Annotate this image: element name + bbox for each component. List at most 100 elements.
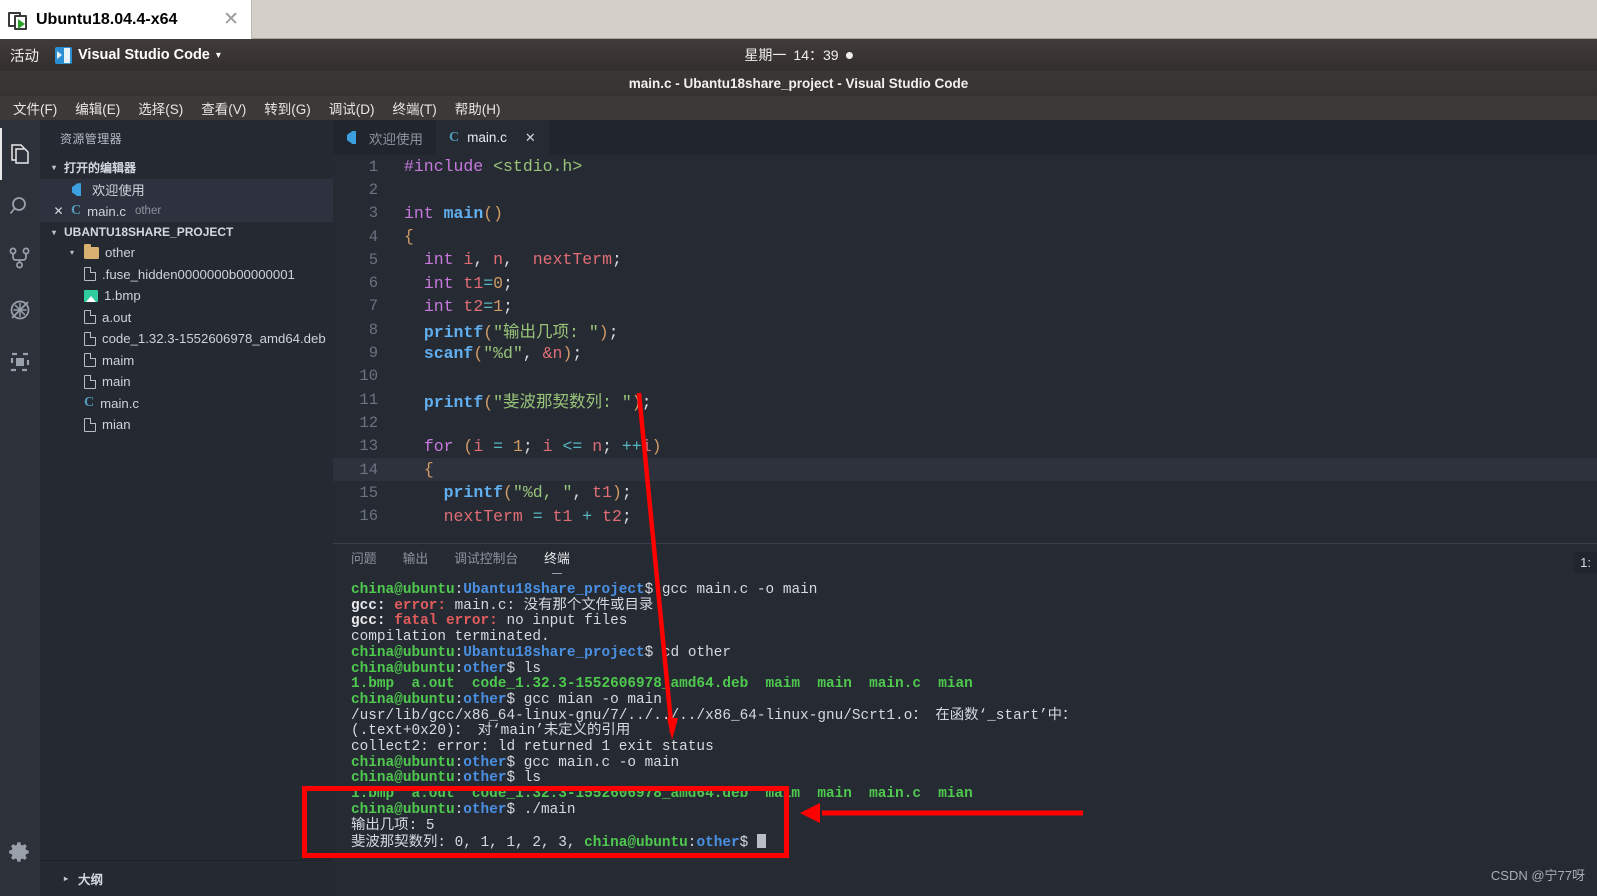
code-line[interactable]: 3 int main() (333, 202, 1597, 225)
activity-extensions[interactable] (0, 336, 40, 388)
open-editor-welcome[interactable]: 欢迎使用 (40, 179, 333, 201)
c-file-icon: C (84, 395, 95, 411)
activity-search[interactable] (0, 180, 40, 232)
terminal-line: collect2: error: ld returned 1 exit stat… (351, 739, 714, 756)
section-open-editors[interactable]: ▾ 打开的编辑器 (40, 156, 333, 179)
editor-area: 欢迎使用 C main.c ✕ 1 #include <stdio.h> 2 3 in… (333, 120, 1597, 896)
panel-tab-1[interactable]: 输出 (403, 548, 429, 571)
code-line[interactable]: 1 #include <stdio.h> (333, 155, 1597, 178)
file-tree: .fuse_hidden0000000b00000001 1.bmp a.out co… (40, 264, 333, 436)
ubuntu-top-panel: 活动 Visual Studio Code ▾ 星期一 14：39 (0, 39, 1597, 71)
vscode-logo-icon (55, 46, 72, 64)
chevron-down-icon: ▾ (69, 248, 74, 258)
menu-item-5[interactable]: 调试(D) (320, 96, 384, 120)
c-file-icon: C (71, 203, 82, 219)
code-line[interactable]: 15 printf("%d, ", t1); (333, 481, 1597, 504)
code-line[interactable]: 5 int i, n, nextTerm; (333, 248, 1597, 271)
menu-item-0[interactable]: 文件(F) (4, 96, 66, 120)
open-editor-mainc[interactable]: ✕ C main.c other (40, 200, 333, 222)
editor-tab-mainc[interactable]: C main.c ✕ (436, 120, 549, 155)
activity-settings[interactable] (0, 826, 40, 878)
doc-icon (84, 331, 96, 346)
line-number: 9 (368, 344, 378, 363)
close-icon[interactable]: ✕ (219, 10, 243, 29)
file-tree-item-label: main (102, 374, 131, 390)
csdn-watermark: CSDN @宁77呀 (1490, 868, 1585, 883)
panel-tab-3[interactable]: 终端 (544, 548, 570, 574)
tree-folder-other[interactable]: ▾ other (40, 242, 333, 264)
terminal-selector[interactable]: 1: (1574, 552, 1597, 573)
file-tree-item[interactable]: a.out (40, 307, 333, 329)
panel-clock[interactable]: 星期一 14：39 (744, 45, 853, 65)
code-line[interactable]: 7 int t2=1; (333, 295, 1597, 318)
menu-item-2[interactable]: 选择(S) (129, 96, 192, 120)
file-tree-item[interactable]: mian (40, 414, 333, 436)
line-number: 13 (359, 437, 378, 456)
activity-explorer[interactable] (0, 128, 40, 180)
menu-item-1[interactable]: 编辑(E) (66, 96, 129, 120)
activity-source-control[interactable] (0, 232, 40, 284)
line-number: 3 (368, 204, 378, 223)
line-number: 15 (359, 483, 378, 502)
menu-item-3[interactable]: 查看(V) (192, 96, 255, 120)
menu-item-6[interactable]: 终端(T) (384, 96, 446, 120)
panel-tab-2[interactable]: 调试控制台 (454, 548, 518, 571)
file-tree-item[interactable]: main (40, 371, 333, 393)
code-line[interactable]: 13 for (i = 1; i <= n; ++i) (333, 435, 1597, 458)
activities-button[interactable]: 活动 (0, 45, 49, 66)
line-number: 5 (368, 250, 378, 269)
doc-icon (84, 374, 96, 389)
file-tree-item[interactable]: maim (40, 350, 333, 372)
doc-icon (84, 353, 96, 368)
code-line[interactable]: 2 (333, 178, 1597, 201)
code-line[interactable]: 10 (333, 365, 1597, 388)
close-icon[interactable]: ✕ (525, 130, 536, 146)
file-tree-item-label: 1.bmp (104, 288, 141, 304)
vscode-logo-icon (71, 182, 86, 197)
activity-debug[interactable] (0, 284, 40, 336)
extensions-icon (10, 352, 30, 372)
code-line[interactable]: 8 printf("输出几项: "); (333, 318, 1597, 342)
vmware-vm-tab[interactable]: Ubuntu18.04.4-x64 ✕ (0, 0, 252, 39)
terminal-line: china@ubuntu:Ubantu18share_project$ gcc … (351, 582, 818, 598)
file-tree-item[interactable]: .fuse_hidden0000000b00000001 (40, 264, 333, 286)
bottom-panel: 问题 输出 调试控制台 终端 1: china@ubuntu:Ubantu18shar… (333, 543, 1597, 896)
file-tree-item[interactable]: Cmain.c (40, 393, 333, 415)
editor-tab-welcome[interactable]: 欢迎使用 (333, 120, 436, 155)
app-menu-vscode[interactable]: Visual Studio Code ▾ (49, 46, 227, 64)
notification-dot-icon (845, 51, 853, 59)
section-project-root[interactable]: ▾ UBANTU18SHARE_PROJECT (40, 222, 333, 242)
outline-section[interactable]: ▸ 大纲 (40, 860, 333, 896)
code-line[interactable]: 9 scanf("%d", &n); (333, 341, 1597, 364)
code-line[interactable]: 16 nextTerm = t1 + t2; (333, 504, 1597, 527)
file-tree-item[interactable]: code_1.32.3-1552606978_amd64.deb (40, 328, 333, 350)
source-control-icon (9, 247, 30, 269)
code-line[interactable]: 12 (333, 411, 1597, 434)
doc-icon (84, 417, 96, 432)
menu-item-4[interactable]: 转到(G) (255, 96, 320, 120)
line-number: 1 (368, 157, 378, 176)
line-number: 7 (368, 297, 378, 316)
terminal-line: 输出几项: 5 (351, 817, 435, 834)
folder-label: other (105, 245, 136, 261)
code-line-text: { (423, 460, 434, 479)
terminal-line: 1.bmp a.out code_1.32.3-1552606978_amd64… (351, 676, 973, 693)
file-tree-item[interactable]: 1.bmp (40, 285, 333, 307)
menu-item-7[interactable]: 帮助(H) (446, 96, 510, 120)
panel-tab-0[interactable]: 问题 (351, 548, 377, 571)
code-line[interactable]: 14 { (333, 457, 1597, 482)
line-number: 4 (368, 227, 378, 246)
terminal-output[interactable]: china@ubuntu:Ubantu18share_project$ gcc … (333, 575, 1597, 896)
terminal-line: china@ubuntu:other$ ./main (351, 801, 576, 818)
code-line[interactable]: 11 printf("斐波那契数列: "); (333, 388, 1597, 412)
code-line[interactable]: 6 int t1=0; (333, 271, 1597, 294)
code-line-text: nextTerm = t1 + t2; (443, 506, 632, 526)
code-editor[interactable]: 1 #include <stdio.h> 2 3 int main() 4{5 int … (333, 155, 1597, 543)
clock-day: 星期一 (744, 47, 787, 63)
terminal-line: china@ubuntu:other$ ls (351, 660, 542, 677)
vmware-vm-tab-label: Ubuntu18.04.4-x64 (36, 10, 178, 28)
code-line[interactable]: 4{ (333, 225, 1597, 248)
close-icon[interactable]: ✕ (52, 204, 65, 218)
